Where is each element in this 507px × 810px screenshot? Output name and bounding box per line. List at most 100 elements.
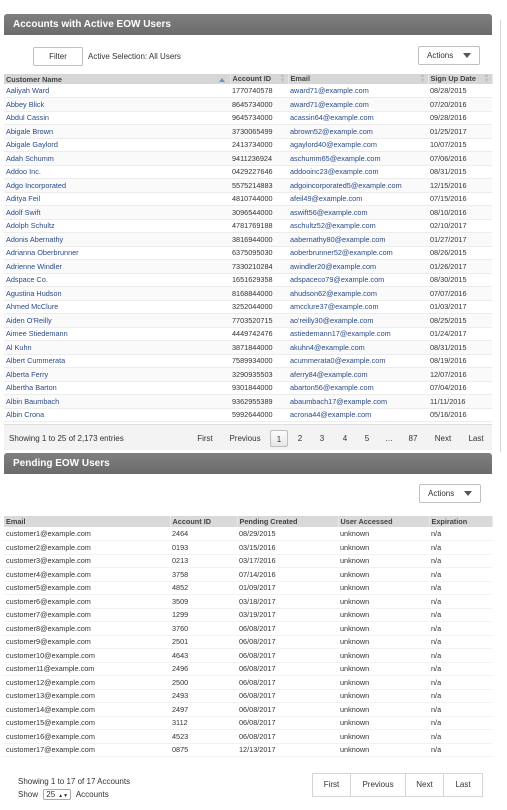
table-cell[interactable]: acassin64@example.com	[288, 111, 428, 125]
table-cell[interactable]: aoberbrunner52@example.com	[288, 246, 428, 260]
table-row[interactable]: Adspace Co. 1651629358 adspaceco79@example…	[4, 273, 492, 287]
table-cell[interactable]: Adgo Incorporated	[4, 178, 230, 193]
table-cell[interactable]: Abdul Cassin	[4, 111, 230, 125]
table-row[interactable]: Adgo Incorporated 5575214883 adgoincorpora…	[4, 178, 492, 193]
table-row[interactable]: Abbey Blick 8645734000 award71@example.com…	[4, 97, 492, 112]
table-cell[interactable]: Aiden O'Reilly	[4, 313, 230, 328]
table-row[interactable]: Adonis Abernathy 3816944000 aabernathy80@e…	[4, 232, 492, 247]
table-row[interactable]: Abigale Brown 3730065499 abrown52@example.…	[4, 124, 492, 139]
table-row[interactable]: Adah Schumm 9411236924 aschumm65@example.c…	[4, 151, 492, 166]
pending-previous-button[interactable]: Previous	[350, 773, 406, 797]
table-cell[interactable]: amcclure37@example.com	[288, 300, 428, 314]
pager-page-87[interactable]: 87	[404, 430, 422, 447]
column-header-expiration[interactable]: Expiration	[429, 516, 493, 527]
table-row[interactable]: customer1@example.com 2464 08/29/2015 unkno…	[4, 527, 492, 541]
pager-page-2[interactable]: 2	[293, 430, 307, 447]
pending-next-button[interactable]: Next	[405, 773, 444, 797]
table-cell[interactable]: agaylord40@example.com	[288, 138, 428, 152]
table-row[interactable]: Aaliyah Ward 1770740578 award71@example.co…	[4, 84, 492, 98]
table-row[interactable]: Albertha Barton 9301844000 abarton56@examp…	[4, 381, 492, 395]
table-cell[interactable]: Adrienne Windler	[4, 259, 230, 274]
table-row[interactable]: customer2@example.com 0193 03/15/2016 unkno…	[4, 540, 492, 555]
table-cell[interactable]: Alberta Ferry	[4, 367, 230, 382]
table-cell[interactable]: astiedemann17@example.com	[288, 327, 428, 341]
pending-actions-button[interactable]: Actions	[419, 484, 481, 503]
table-cell[interactable]: abarton56@example.com	[288, 381, 428, 395]
table-cell[interactable]: Agustina Hudson	[4, 286, 230, 301]
column-header-customer-name[interactable]: Customer Name	[4, 74, 231, 84]
table-row[interactable]: customer16@example.com 4523 06/08/2017 unkn…	[4, 729, 492, 744]
table-cell[interactable]: abrown52@example.com	[288, 124, 428, 139]
table-row[interactable]: customer6@example.com 3509 03/18/2017 unkno…	[4, 594, 492, 609]
table-cell[interactable]: Al Kuhn	[4, 340, 230, 355]
pending-first-button[interactable]: First	[312, 773, 351, 797]
table-row[interactable]: customer15@example.com 3112 06/08/2017 unkn…	[4, 716, 492, 730]
table-row[interactable]: customer4@example.com 3758 07/14/2016 unkno…	[4, 567, 492, 582]
table-row[interactable]: Abdul Cassin 9645734000 acassin64@example.…	[4, 111, 492, 125]
table-row[interactable]: customer12@example.com 2500 06/08/2017 unkn…	[4, 675, 492, 690]
pager-last-button[interactable]: Last	[465, 430, 487, 447]
table-row[interactable]: customer13@example.com 2493 06/08/2017 unkn…	[4, 689, 492, 703]
table-cell[interactable]: awindler20@example.com	[288, 259, 428, 274]
table-row[interactable]: Adrianna Oberbrunner 6375095030 aoberbrunn…	[4, 246, 492, 260]
table-cell[interactable]: Adspace Co.	[4, 273, 230, 287]
table-row[interactable]: Aiden O'Reilly 7703520715 ao'reilly30@exam…	[4, 313, 492, 328]
pager-page-1[interactable]: 1	[270, 430, 288, 447]
table-cell[interactable]: Albin Baumbach	[4, 394, 230, 409]
pager-page-4[interactable]: 4	[338, 430, 352, 447]
table-cell[interactable]: Abbey Blick	[4, 97, 230, 112]
table-cell[interactable]: Abigale Gaylord	[4, 138, 230, 152]
table-cell[interactable]: acrona44@example.com	[288, 408, 428, 422]
table-cell[interactable]: award71@example.com	[288, 84, 428, 98]
table-cell[interactable]: adspaceco79@example.com	[288, 273, 428, 287]
table-cell[interactable]: Aimee Stiedemann	[4, 327, 230, 341]
table-cell[interactable]: Albin Crona	[4, 408, 230, 422]
column-header-account-id[interactable]: Account ID ▲ ▼	[230, 74, 289, 84]
table-row[interactable]: Albin Crona 5992644000 acrona44@example.co…	[4, 408, 492, 422]
column-header-email[interactable]: Email ▲ ▼	[288, 74, 429, 84]
table-cell[interactable]: ao'reilly30@example.com	[288, 313, 428, 328]
pager-page-5[interactable]: 5	[360, 430, 374, 447]
column-header-email[interactable]: Email	[4, 516, 171, 527]
table-row[interactable]: Albin Baumbach 9362955389 abaumbach17@exam…	[4, 394, 492, 409]
table-cell[interactable]: Adah Schumm	[4, 151, 230, 166]
table-row[interactable]: Adrienne Windler 7330210284 awindler20@exa…	[4, 259, 492, 274]
table-cell[interactable]: aschultz52@example.com	[288, 219, 428, 233]
table-cell[interactable]: Ahmed McClure	[4, 300, 230, 314]
table-row[interactable]: customer17@example.com 0875 12/13/2017 unkn…	[4, 743, 492, 757]
filter-button[interactable]: Filter	[33, 47, 83, 66]
table-row[interactable]: Addoo Inc. 0429227646 addooinc23@example.c…	[4, 165, 492, 179]
table-cell[interactable]: award71@example.com	[288, 97, 428, 112]
table-cell[interactable]: abaumbach17@example.com	[288, 394, 428, 409]
table-cell[interactable]: Adolph Schultz	[4, 219, 230, 233]
pending-last-button[interactable]: Last	[443, 773, 483, 797]
table-cell[interactable]: Abigale Brown	[4, 124, 230, 139]
table-row[interactable]: Abigale Gaylord 2413734000 agaylord40@exam…	[4, 138, 492, 152]
table-row[interactable]: Aditya Feil 4810744000 afeil49@example.com…	[4, 192, 492, 206]
column-header-pending-created[interactable]: Pending Created	[237, 516, 339, 527]
table-row[interactable]: Aimee Stiedemann 4449742476 astiedemann17@…	[4, 327, 492, 341]
table-cell[interactable]: Albert Cummerata	[4, 354, 230, 368]
table-row[interactable]: customer14@example.com 2497 06/08/2017 unkn…	[4, 702, 492, 717]
table-cell[interactable]: aferry84@example.com	[288, 367, 428, 382]
table-cell[interactable]: aswift56@example.com	[288, 205, 428, 220]
table-row[interactable]: customer9@example.com 2501 06/08/2017 unkno…	[4, 635, 492, 649]
pager-first-button[interactable]: First	[190, 430, 220, 447]
table-cell[interactable]: adgoincorporated5@example.com	[288, 178, 428, 193]
table-row[interactable]: Al Kuhn 3871844000 akuhn4@example.com 08/31…	[4, 340, 492, 355]
pager-next-button[interactable]: Next	[431, 430, 455, 447]
table-cell[interactable]: Aditya Feil	[4, 192, 230, 206]
table-row[interactable]: Albert Cummerata 7589934000 acummerata0@ex…	[4, 354, 492, 368]
table-row[interactable]: Agustina Hudson 8168844000 ahudson62@examp…	[4, 286, 492, 301]
table-row[interactable]: customer7@example.com 1299 03/19/2017 unkno…	[4, 608, 492, 622]
table-row[interactable]: customer11@example.com 2496 06/08/2017 unkn…	[4, 662, 492, 676]
column-header-account-id[interactable]: Account ID	[170, 516, 238, 527]
pager-page-3[interactable]: 3	[315, 430, 329, 447]
table-cell[interactable]: Adonis Abernathy	[4, 232, 230, 247]
table-row[interactable]: Ahmed McClure 3252044000 amcclure37@exampl…	[4, 300, 492, 314]
table-cell[interactable]: aschumm65@example.com	[288, 151, 428, 166]
table-row[interactable]: customer3@example.com 0213 03/17/2016 unkno…	[4, 554, 492, 568]
column-header-sign-up-date[interactable]: Sign Up Date ▲ ▼	[428, 74, 493, 84]
table-cell[interactable]: ahudson62@example.com	[288, 286, 428, 301]
pager-previous-button[interactable]: Previous	[226, 430, 264, 447]
